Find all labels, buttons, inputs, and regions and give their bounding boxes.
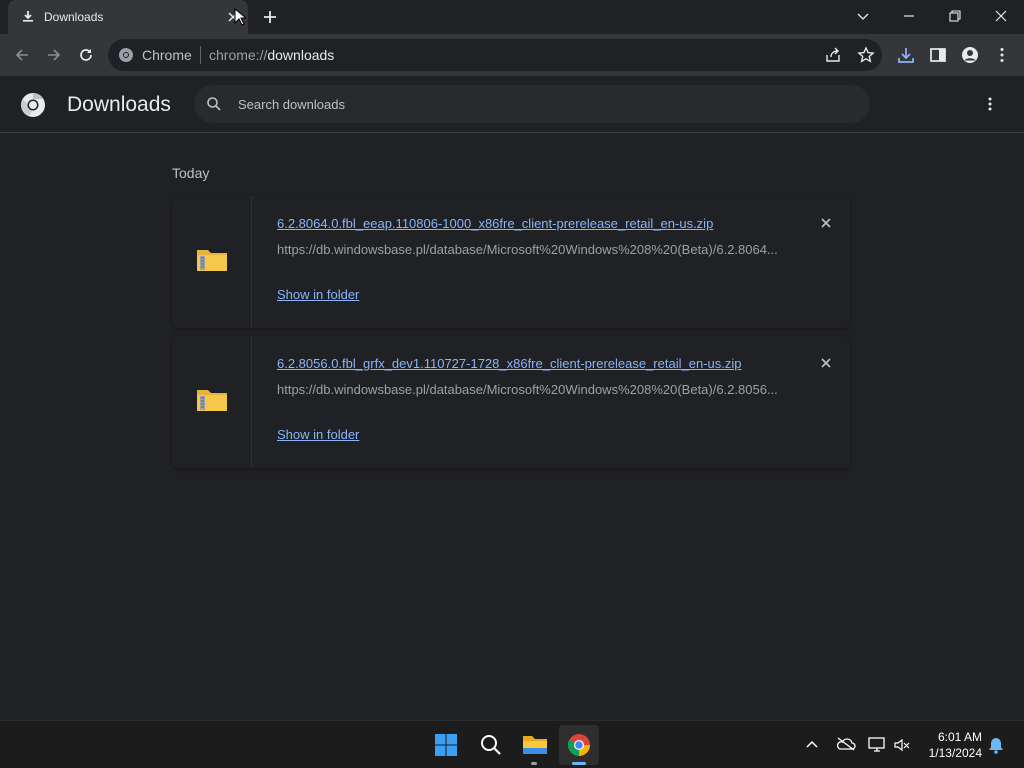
clock-date: 1/13/2024 — [928, 746, 982, 760]
system-clock[interactable]: 6:01 AM 1/13/2024 — [914, 729, 982, 761]
more-actions-icon[interactable] — [983, 96, 997, 112]
back-arrow-icon[interactable] — [13, 46, 31, 64]
notification-bell-icon[interactable] — [988, 736, 1004, 754]
address-bar[interactable]: Chrome chrome://downloads — [108, 39, 882, 71]
minimize-icon[interactable] — [901, 8, 917, 24]
file-explorer-icon[interactable] — [522, 733, 548, 757]
file-icon-column — [172, 196, 252, 328]
zip-folder-icon — [197, 250, 227, 271]
restore-icon[interactable] — [947, 8, 963, 24]
downloads-list: Today 6.2.8064.0.fbl_eeap.110806-1000_x8… — [0, 134, 1024, 720]
chrome-logo-icon — [21, 93, 45, 117]
onedrive-offline-icon[interactable] — [836, 736, 856, 752]
side-panel-icon[interactable] — [929, 46, 947, 64]
explorer-running-indicator — [531, 762, 537, 765]
clock-time: 6:01 AM — [937, 730, 982, 744]
search-box — [194, 85, 870, 123]
reload-icon[interactable] — [77, 46, 95, 64]
download-item: 6.2.8064.0.fbl_eeap.110806-1000_x86fre_c… — [172, 196, 850, 328]
url-text: chrome://downloads — [209, 47, 335, 63]
chrome-taskbar-icon[interactable] — [567, 733, 591, 757]
bookmark-star-icon[interactable] — [857, 46, 875, 64]
search-icon — [207, 97, 221, 111]
windows-start-icon[interactable] — [434, 733, 458, 757]
tab-title: Downloads — [44, 10, 104, 24]
zip-folder-icon — [197, 390, 227, 411]
mouse-cursor-icon — [234, 8, 246, 26]
file-url[interactable]: https://db.windowsbase.pl/database/Micro… — [277, 242, 777, 257]
chrome-menu-icon[interactable] — [993, 46, 1011, 64]
downloads-icon[interactable] — [897, 46, 915, 64]
omnibox-separator — [200, 46, 201, 64]
profile-icon[interactable] — [961, 46, 979, 64]
browser-toolbar: Chrome chrome://downloads — [0, 34, 1024, 76]
taskbar: 6:01 AM 1/13/2024 — [0, 720, 1024, 768]
tab-downloads[interactable]: Downloads — [8, 0, 248, 34]
file-icon-column — [172, 336, 252, 468]
volume-muted-icon[interactable] — [893, 736, 911, 754]
tab-search-icon[interactable] — [855, 8, 871, 24]
new-tab-icon[interactable] — [262, 9, 278, 25]
download-item: 6.2.8056.0.fbl_grfx_dev1.110727-1728_x86… — [172, 336, 850, 468]
search-downloads-input[interactable] — [238, 85, 838, 123]
remove-from-list-icon[interactable] — [819, 216, 833, 230]
network-icon[interactable] — [867, 736, 887, 754]
close-window-icon[interactable] — [993, 8, 1009, 24]
search-taskbar-icon[interactable] — [479, 733, 503, 757]
share-icon[interactable] — [824, 46, 842, 64]
show-in-folder-link[interactable]: Show in folder — [277, 427, 359, 442]
remove-from-list-icon[interactable] — [819, 356, 833, 370]
tab-strip: Downloads — [0, 0, 1024, 34]
site-chip: Chrome — [142, 47, 192, 63]
download-icon — [23, 11, 33, 22]
page-title: Downloads — [67, 93, 171, 116]
forward-arrow-icon[interactable] — [45, 46, 63, 64]
show-in-folder-link[interactable]: Show in folder — [277, 287, 359, 302]
file-name-link[interactable]: 6.2.8064.0.fbl_eeap.110806-1000_x86fre_c… — [277, 216, 713, 231]
date-section-label: Today — [172, 165, 210, 181]
file-name-link[interactable]: 6.2.8056.0.fbl_grfx_dev1.110727-1728_x86… — [277, 356, 741, 371]
file-url[interactable]: https://db.windowsbase.pl/database/Micro… — [277, 382, 777, 397]
chrome-site-icon — [119, 48, 133, 62]
downloads-header: Downloads — [0, 76, 1024, 133]
chrome-active-indicator — [572, 762, 586, 765]
show-hidden-icons-chevron-icon[interactable] — [804, 737, 820, 753]
